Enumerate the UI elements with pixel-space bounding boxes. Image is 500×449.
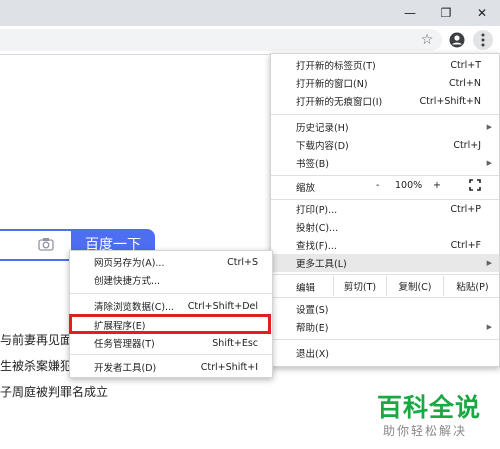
title-bar: — ❐ ✕	[0, 0, 500, 26]
submenu-item-label: 创建快捷方式...	[94, 276, 161, 287]
menu-item-print[interactable]: 打印(P)... Ctrl+P	[271, 200, 499, 218]
hot-item[interactable]: 与前妻再见面	[0, 331, 72, 348]
three-dot-icon[interactable]	[473, 30, 493, 50]
chevron-right-icon: ▶	[486, 123, 492, 131]
menu-item-label: 下载内容(D)	[296, 141, 349, 152]
submenu-item-create-shortcut[interactable]: 创建快捷方式...	[70, 271, 272, 289]
chevron-right-icon: ▶	[486, 259, 492, 267]
shortcut-label: Ctrl+Shift+I	[200, 361, 258, 373]
restore-button[interactable]: ❐	[428, 0, 464, 26]
paste-label: 粘贴(P)	[456, 282, 489, 293]
menu-item-label: 打开新的标签页(T)	[296, 61, 376, 72]
shortcut-label: Ctrl+J	[453, 139, 481, 151]
menu-item-settings[interactable]: 设置(S)	[271, 300, 499, 318]
submenu-item-label: 开发者工具(D)	[94, 363, 157, 374]
menu-item-incognito[interactable]: 打开新的无痕窗口(I) Ctrl+Shift+N	[271, 92, 499, 110]
submenu-item-label: 清除浏览数据(C)...	[94, 302, 175, 313]
menu-item-label: 打开新的无痕窗口(I)	[296, 97, 383, 108]
menu-item-history[interactable]: 历史记录(H) ▶	[271, 118, 499, 136]
watermark-subtitle: 助你轻松解决	[383, 424, 468, 438]
zoom-in-button[interactable]: +	[433, 180, 441, 191]
menu-item-label: 打开新的窗口(N)	[296, 79, 368, 90]
search-input[interactable]	[0, 229, 71, 261]
shortcut-label: Ctrl+N	[449, 77, 481, 89]
chrome-menu: 打开新的标签页(T) Ctrl+T 打开新的窗口(N) Ctrl+N 打开新的无…	[270, 53, 500, 367]
chevron-right-icon: ▶	[486, 323, 492, 331]
submenu-item-task-manager[interactable]: 任务管理器(T) Shift+Esc	[70, 334, 272, 352]
menu-item-new-tab[interactable]: 打开新的标签页(T) Ctrl+T	[271, 56, 499, 74]
menu-separator	[271, 274, 499, 275]
menu-item-cast[interactable]: 投射(C)...	[271, 218, 499, 236]
star-icon[interactable]: ☆	[417, 30, 437, 50]
submenu-item-label: 任务管理器(T)	[94, 339, 155, 350]
address-bar[interactable]	[0, 29, 442, 51]
shortcut-label: Ctrl+P	[450, 203, 481, 215]
menu-separator	[271, 297, 499, 298]
menu-item-label: 历史记录(H)	[296, 123, 349, 134]
menu-item-label: 更多工具(L)	[296, 259, 347, 270]
menu-item-exit[interactable]: 退出(X)	[271, 344, 499, 362]
shortcut-label: Shift+Esc	[212, 337, 258, 349]
shortcut-label: Ctrl+Shift+Del	[187, 300, 258, 312]
close-button[interactable]: ✕	[464, 0, 500, 26]
menu-item-label: 查找(F)...	[296, 241, 337, 252]
copy-label: 复制(C)	[398, 282, 432, 293]
menu-separator	[271, 339, 499, 340]
submenu-item-devtools[interactable]: 开发者工具(D) Ctrl+Shift+I	[70, 358, 272, 376]
menu-item-label: 投射(C)...	[296, 223, 339, 234]
menu-item-find[interactable]: 查找(F)... Ctrl+F	[271, 236, 499, 254]
menu-item-label: 书签(B)	[296, 159, 329, 170]
menu-separator	[271, 175, 499, 176]
menu-item-label: 退出(X)	[296, 349, 329, 360]
shortcut-label: Ctrl+F	[450, 239, 481, 251]
zoom-value: 100%	[395, 180, 423, 191]
menu-item-downloads[interactable]: 下载内容(D) Ctrl+J	[271, 136, 499, 154]
zoom-row: 缩放 - 100% +	[271, 178, 499, 196]
menu-separator	[70, 354, 272, 355]
menu-item-label: 设置(S)	[296, 305, 329, 316]
submenu-item-clear-data[interactable]: 清除浏览数据(C)... Ctrl+Shift+Del	[70, 297, 272, 315]
submenu-item-save-page[interactable]: 网页另存为(A)... Ctrl+S	[70, 253, 272, 271]
menu-item-label: 帮助(E)	[296, 323, 329, 334]
watermark-title: 百科全说	[377, 393, 482, 422]
edit-label: 编辑	[296, 283, 316, 294]
submenu-item-label: 网页另存为(A)...	[94, 258, 165, 269]
fullscreen-icon[interactable]	[469, 179, 481, 194]
menu-item-bookmarks[interactable]: 书签(B) ▶	[271, 154, 499, 172]
menu-separator	[70, 293, 272, 294]
menu-item-more-tools[interactable]: 更多工具(L) ▶	[271, 254, 499, 272]
hot-item[interactable]: 子周庭被判罪名成立	[0, 383, 108, 400]
minimize-button[interactable]: —	[392, 0, 428, 26]
cut-label: 剪切(T)	[343, 282, 377, 293]
copy-button[interactable]: 复制(C)	[386, 276, 443, 296]
shortcut-label: Ctrl+T	[450, 59, 481, 71]
highlight-box	[69, 314, 271, 334]
hot-item[interactable]: 生被杀案嫌犯	[0, 357, 72, 374]
shortcut-label: Ctrl+Shift+N	[419, 95, 481, 107]
edit-row: 编辑 剪切(T) 复制(C) 粘贴(P)	[271, 276, 499, 296]
chevron-right-icon: ▶	[486, 159, 492, 167]
paste-button[interactable]: 粘贴(P)	[443, 276, 500, 296]
camera-icon[interactable]	[38, 237, 54, 255]
account-icon[interactable]	[447, 30, 467, 50]
shortcut-label: Ctrl+S	[227, 256, 258, 268]
menu-item-new-window[interactable]: 打开新的窗口(N) Ctrl+N	[271, 74, 499, 92]
zoom-out-button[interactable]: -	[376, 180, 379, 191]
menu-item-label: 打印(P)...	[296, 205, 338, 216]
zoom-label: 缩放	[296, 183, 316, 194]
menu-item-help[interactable]: 帮助(E) ▶	[271, 318, 499, 336]
cut-button[interactable]: 剪切(T)	[333, 276, 386, 296]
menu-separator	[271, 114, 499, 115]
